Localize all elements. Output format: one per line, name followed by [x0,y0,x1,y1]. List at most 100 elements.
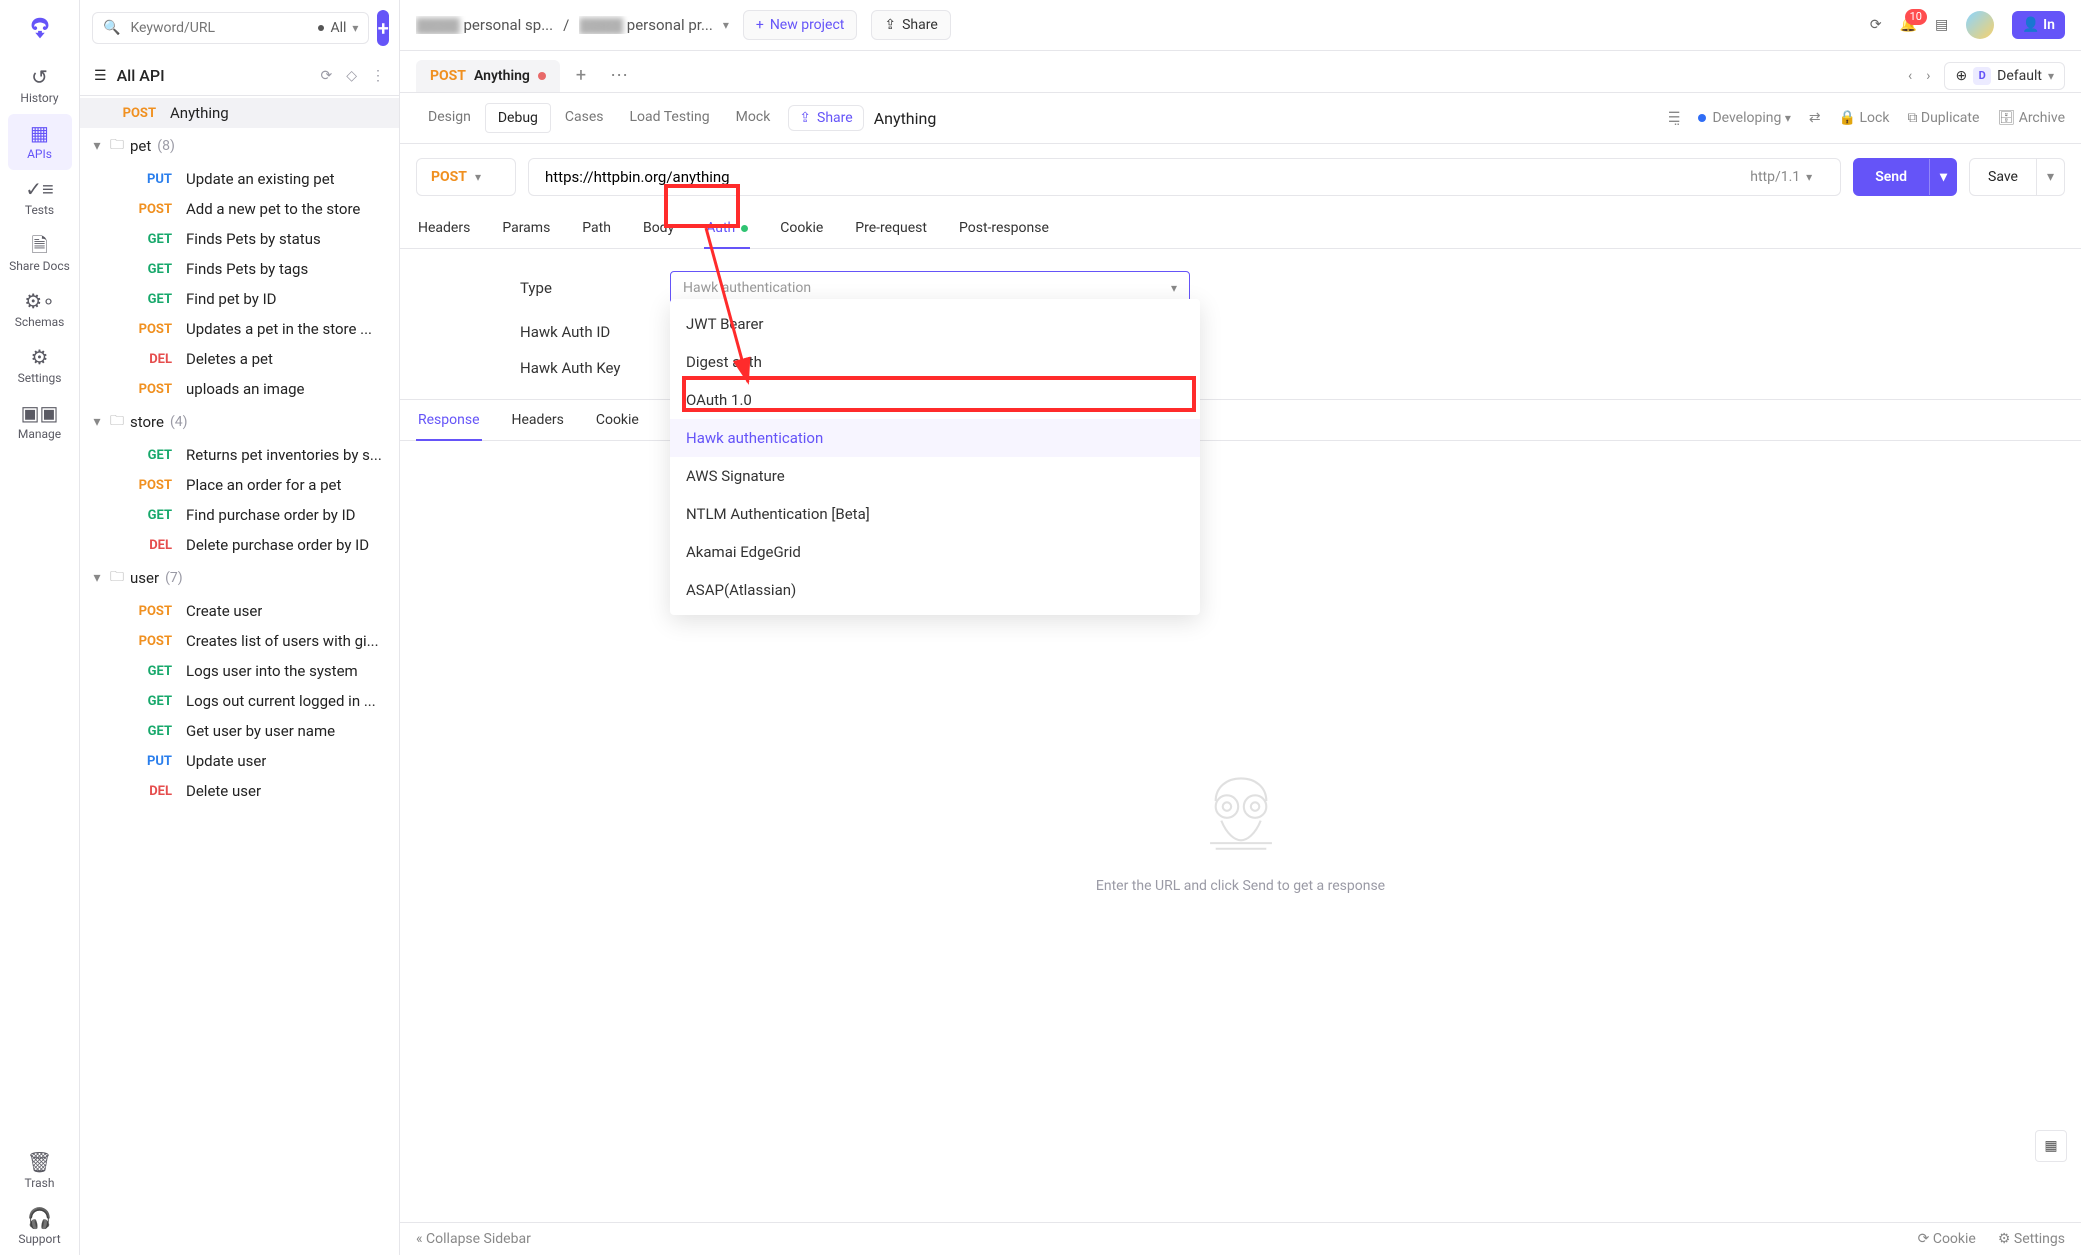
tree-api-item[interactable]: GETFinds Pets by status [80,224,399,254]
lock-button[interactable]: 🔒 Lock [1839,110,1890,126]
toolbar-tab-mock[interactable]: Mock [724,103,783,133]
format-icon[interactable]: ☰̤ [1668,110,1681,126]
footer-settings-button[interactable]: ⚙ Settings [1998,1231,2065,1247]
tree-api-item[interactable]: GETReturns pet inventories by s... [80,440,399,470]
tree-api-item[interactable]: DELDelete user [80,776,399,806]
request-tab-headers[interactable]: Headers [416,210,472,248]
rail-item-apis[interactable]: ▦APIs [8,114,72,170]
toolbar-tab-cases[interactable]: Cases [553,103,616,133]
tree-api-item[interactable]: GETFinds Pets by tags [80,254,399,284]
breadcrumb[interactable]: ▓▓▓▓ personal sp... / ▓▓▓▓ personal pr..… [416,16,729,34]
add-api-button[interactable]: + [377,10,389,46]
auth-option[interactable]: AWS Signature [670,457,1200,495]
all-api-label[interactable]: All API [117,66,311,85]
archive-button[interactable]: 🗄 Archive [1997,110,2065,126]
notifications-icon[interactable]: 🔔10 [1900,17,1917,33]
send-button[interactable]: Send▾ [1853,158,1957,196]
tree-api-item[interactable]: POSTUpdates a pet in the store ... [80,314,399,344]
auth-option[interactable]: Hawk authentication [670,419,1200,457]
method-selector[interactable]: POST▾ [416,158,516,196]
footer-cookie-button[interactable]: ⟳ Cookie [1918,1231,1976,1247]
rail-item-schemas[interactable]: ⚙∘Schemas [8,282,72,338]
collapse-sidebar-button[interactable]: « Collapse Sidebar [416,1231,531,1247]
toolbar-tab-load-testing[interactable]: Load Testing [618,103,722,133]
tree-api-item[interactable]: GETLogs out current logged in ... [80,686,399,716]
url-input-wrapper[interactable]: http/1.1▾ [528,158,1841,196]
tree-folder-pet[interactable]: ▾🗀pet (8) [80,128,399,164]
search-scope-all[interactable]: All▾ [318,20,358,36]
tree-api-item[interactable]: GETLogs user into the system [80,656,399,686]
group-icon[interactable]: ⇄ [1809,110,1821,126]
duplicate-button[interactable]: ⧉ Duplicate [1907,110,1979,126]
tree-api-item[interactable]: GETGet user by user name [80,716,399,746]
toolbar-tab-debug[interactable]: Debug [485,103,551,133]
protocol-selector[interactable]: http/1.1▾ [1736,169,1826,185]
send-dropdown-icon[interactable]: ▾ [1929,159,1957,195]
tree-api-item[interactable]: GETFind pet by ID [80,284,399,314]
request-name[interactable]: Anything [874,109,937,128]
rail-item-support[interactable]: 🎧Support [8,1199,72,1255]
request-tab-body[interactable]: Body [641,210,676,248]
tree-more-icon[interactable]: ⋮ [371,68,385,84]
tree-api-item[interactable]: POSTCreates list of users with gi... [80,626,399,656]
tree-api-item[interactable]: PUTUpdate an existing pet [80,164,399,194]
tree-api-item[interactable]: POSTPlace an order for a pet [80,470,399,500]
tree-api-item[interactable]: DELDelete purchase order by ID [80,530,399,560]
auth-option[interactable]: Digest auth [670,343,1200,381]
auth-option[interactable]: NTLM Authentication [Beta] [670,495,1200,533]
refresh-icon[interactable]: ⟳ [320,68,332,84]
rail-item-share-docs[interactable]: 🗎Share Docs [8,226,72,282]
rail-item-manage[interactable]: ▣▣Manage [8,394,72,450]
request-tab-params[interactable]: Params [500,210,552,248]
auth-option[interactable]: OAuth 1.0 [670,381,1200,419]
request-tab-cookie[interactable]: Cookie [778,210,825,248]
tree-folder-user[interactable]: ▾🗀user (7) [80,560,399,596]
avatar[interactable] [1966,11,1994,39]
tree-api-item[interactable]: POSTAdd a new pet to the store [80,194,399,224]
tree-api-item[interactable]: GETFind purchase order by ID [80,500,399,530]
environment-selector[interactable]: ⊕ D Default ▾ [1944,62,2065,90]
sync-icon[interactable]: ⟳ [1870,17,1882,33]
tab-next-icon[interactable]: › [1926,68,1930,84]
invite-button[interactable]: 👤 In [2012,11,2065,39]
tree-api-item[interactable]: PUTUpdate user [80,746,399,776]
share-project-button[interactable]: ⇪Share [871,10,950,40]
layout-toggle-icon[interactable]: ▦ [2035,1130,2067,1162]
search-input[interactable] [128,19,310,37]
save-dropdown-icon[interactable]: ▾ [2036,159,2064,195]
request-tab[interactable]: POST Anything [416,60,560,92]
tree-api-item[interactable]: POSTuploads an image [80,374,399,404]
url-input[interactable] [543,167,1736,187]
request-tab-path[interactable]: Path [580,210,613,248]
method-badge: GET [128,664,172,679]
tree-action-icon[interactable]: ◇ [346,68,357,84]
tab-more-button[interactable]: ⋯ [602,59,636,92]
tab-add-button[interactable]: + [568,59,594,92]
rail-item-trash[interactable]: 🗑Trash [8,1143,72,1199]
tree-api-item[interactable]: POSTCreate user [80,596,399,626]
rail-item-tests[interactable]: ✓≡Tests [8,170,72,226]
request-tab-post-response[interactable]: Post-response [957,210,1051,248]
status-selector[interactable]: Developing ▾ [1698,110,1790,126]
panel-icon[interactable]: ▤ [1935,17,1948,33]
tree-api-item[interactable]: POSTAnything [80,98,399,128]
search-input-wrapper[interactable]: 🔍 All▾ [92,12,369,44]
share-request-button[interactable]: ⇪Share [788,105,863,131]
auth-option[interactable]: ASAP(Atlassian) [670,571,1200,609]
auth-option[interactable]: Akamai EdgeGrid [670,533,1200,571]
rail-item-history[interactable]: ↺History [8,58,72,114]
new-project-button[interactable]: +New project [743,10,858,40]
tree-folder-store[interactable]: ▾🗀store (4) [80,404,399,440]
tab-prev-icon[interactable]: ‹ [1908,68,1912,84]
auth-option[interactable]: JWT Bearer [670,305,1200,343]
request-tab-auth[interactable]: Auth [704,210,750,248]
tree-api-item[interactable]: DELDeletes a pet [80,344,399,374]
toolbar-tab-design[interactable]: Design [416,103,483,133]
rail-item-settings[interactable]: ⚙Settings [8,338,72,394]
rail-icon: ✓≡ [25,179,53,199]
response-tab-headers[interactable]: Headers [510,400,566,440]
request-tab-pre-request[interactable]: Pre-request [853,210,929,248]
response-tab-cookie[interactable]: Cookie [594,400,641,440]
save-button[interactable]: Save▾ [1969,158,2065,196]
response-tab-response[interactable]: Response [416,400,482,440]
